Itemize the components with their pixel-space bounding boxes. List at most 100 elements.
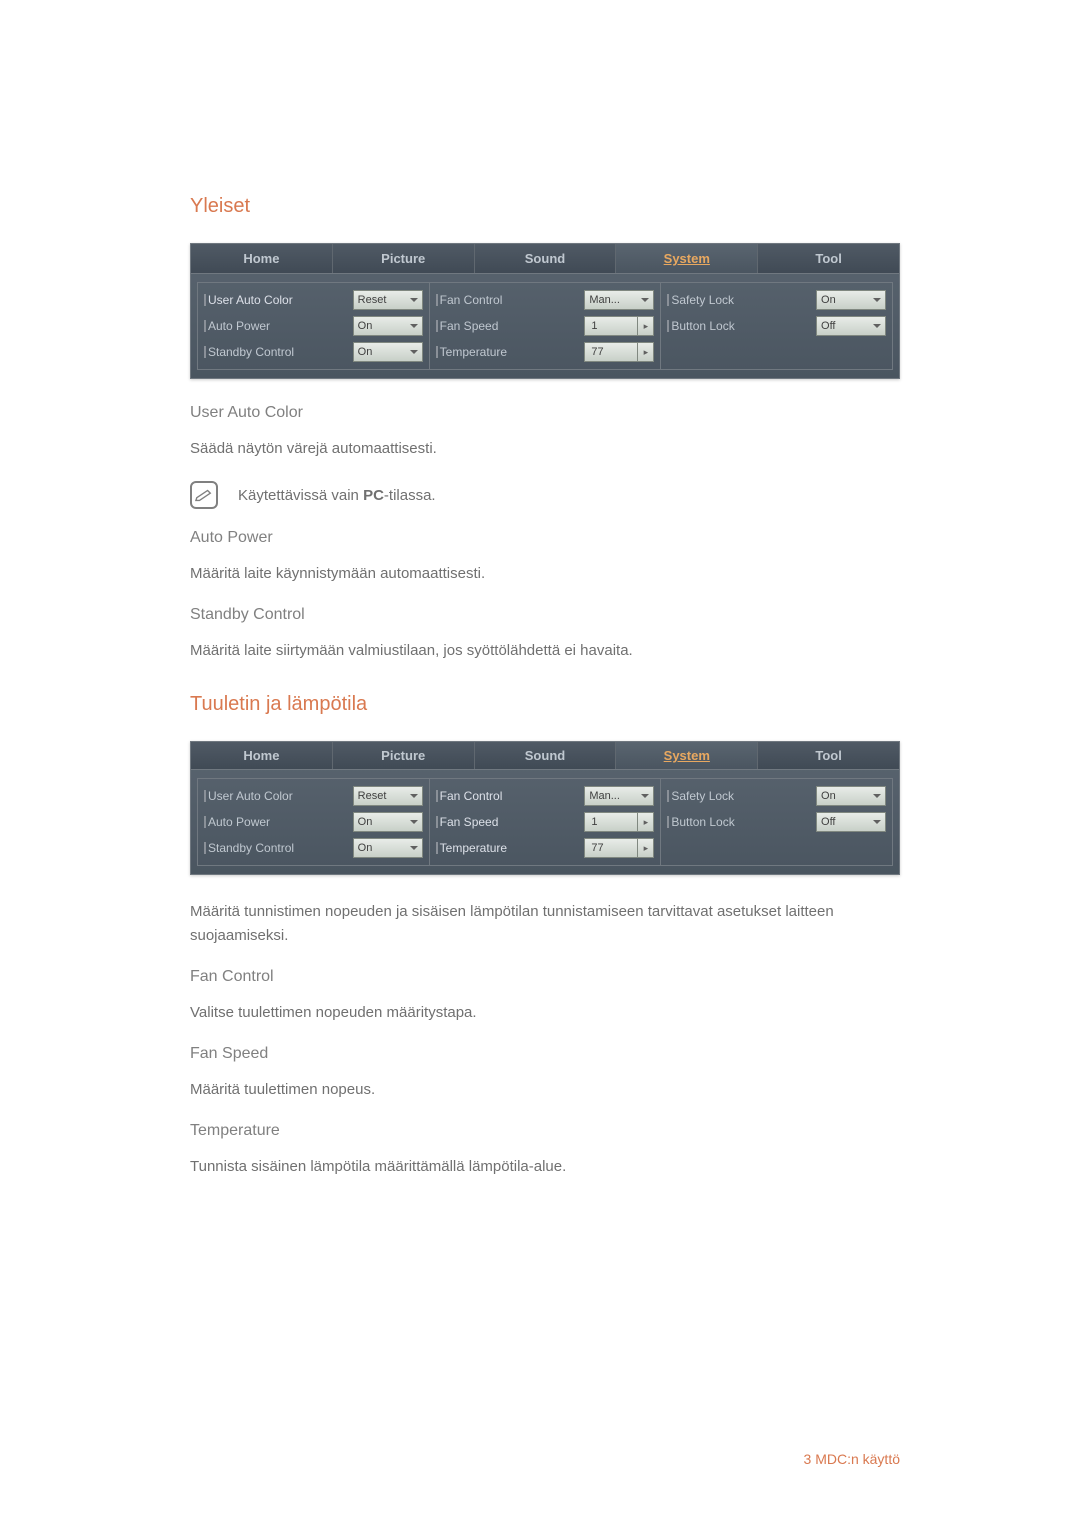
desc-auto-power: Määritä laite käynnistymään automaattise… bbox=[190, 562, 900, 586]
label-fan-speed: Fan Speed bbox=[436, 815, 499, 829]
panel-col-1: User Auto Color Reset Auto Power On Stan… bbox=[197, 778, 430, 866]
pencil-icon bbox=[195, 488, 213, 502]
note-text: Käytettävissä vain PC-tilassa. bbox=[238, 487, 436, 504]
tab-system[interactable]: System bbox=[616, 244, 758, 273]
label-fan-speed: Fan Speed bbox=[436, 319, 499, 333]
label-safety-lock: Safety Lock bbox=[667, 789, 734, 803]
chevron-down-icon bbox=[873, 324, 881, 328]
label-user-auto-color: User Auto Color bbox=[204, 789, 293, 803]
row-fan-control: Fan Control Man... bbox=[436, 783, 655, 809]
tab-sound[interactable]: Sound bbox=[475, 244, 617, 273]
bar-icon bbox=[204, 816, 206, 828]
sub-heading-standby-control: Standby Control bbox=[190, 606, 900, 624]
bar-icon bbox=[204, 842, 206, 854]
dropdown-user-auto-color[interactable]: Reset bbox=[353, 290, 423, 310]
row-auto-power: Auto Power On bbox=[204, 809, 423, 835]
dropdown-button-lock[interactable]: Off bbox=[816, 316, 886, 336]
panel-body: User Auto Color Reset Auto Power On Stan… bbox=[191, 274, 899, 378]
system-panel-2: Home Picture Sound System Tool User Auto… bbox=[190, 741, 900, 875]
label-button-lock: Button Lock bbox=[667, 319, 734, 333]
spinner-temperature[interactable]: 77▸ bbox=[584, 838, 654, 858]
tab-tool[interactable]: Tool bbox=[758, 742, 899, 769]
bar-icon bbox=[436, 346, 438, 358]
dropdown-safety-lock[interactable]: On bbox=[816, 290, 886, 310]
tab-sound[interactable]: Sound bbox=[475, 742, 617, 769]
panel-col-3: Safety Lock On Button Lock Off bbox=[661, 778, 893, 866]
row-temperature: Temperature 77▸ bbox=[436, 339, 655, 365]
desc-fan-control: Valitse tuulettimen nopeuden määritystap… bbox=[190, 1001, 900, 1025]
spinner-temperature[interactable]: 77▸ bbox=[584, 342, 654, 362]
dropdown-safety-lock[interactable]: On bbox=[816, 786, 886, 806]
bar-icon bbox=[436, 842, 438, 854]
bar-icon bbox=[667, 320, 669, 332]
chevron-down-icon bbox=[641, 794, 649, 798]
row-safety-lock: Safety Lock On bbox=[667, 783, 886, 809]
desc-standby-control: Määritä laite siirtymään valmiustilaan, … bbox=[190, 639, 900, 663]
panel-col-3: Safety Lock On Button Lock Off bbox=[661, 282, 893, 370]
panel-body: User Auto Color Reset Auto Power On Stan… bbox=[191, 770, 899, 874]
sub-heading-fan-control: Fan Control bbox=[190, 968, 900, 986]
dropdown-button-lock[interactable]: Off bbox=[816, 812, 886, 832]
dropdown-fan-control[interactable]: Man... bbox=[584, 786, 654, 806]
panel-col-1: User Auto Color Reset Auto Power On Stan… bbox=[197, 282, 430, 370]
label-user-auto-color: User Auto Color bbox=[204, 293, 293, 307]
row-temperature: Temperature 77▸ bbox=[436, 835, 655, 861]
label-temperature: Temperature bbox=[436, 841, 507, 855]
tab-home[interactable]: Home bbox=[191, 742, 333, 769]
sub-heading-user-auto-color: User Auto Color bbox=[190, 404, 900, 422]
label-auto-power: Auto Power bbox=[204, 815, 270, 829]
row-standby-control: Standby Control On bbox=[204, 339, 423, 365]
arrow-right-icon: ▸ bbox=[637, 839, 653, 857]
tab-system[interactable]: System bbox=[616, 742, 758, 769]
tab-strip: Home Picture Sound System Tool bbox=[191, 244, 899, 274]
row-standby-control: Standby Control On bbox=[204, 835, 423, 861]
dropdown-fan-control[interactable]: Man... bbox=[584, 290, 654, 310]
bar-icon bbox=[204, 320, 206, 332]
bar-icon bbox=[667, 816, 669, 828]
note-row: Käytettävissä vain PC-tilassa. bbox=[190, 481, 900, 509]
bar-icon bbox=[204, 294, 206, 306]
label-fan-control: Fan Control bbox=[436, 789, 503, 803]
dropdown-standby-control[interactable]: On bbox=[353, 342, 423, 362]
section-heading-general: Yleiset bbox=[190, 195, 900, 218]
tab-picture[interactable]: Picture bbox=[333, 244, 475, 273]
label-standby-control: Standby Control bbox=[204, 345, 294, 359]
sub-heading-temperature: Temperature bbox=[190, 1122, 900, 1140]
bar-icon bbox=[204, 790, 206, 802]
row-fan-speed: Fan Speed 1▸ bbox=[436, 809, 655, 835]
tab-tool[interactable]: Tool bbox=[758, 244, 899, 273]
chevron-down-icon bbox=[873, 794, 881, 798]
desc-fan-temp-intro: Määritä tunnistimen nopeuden ja sisäisen… bbox=[190, 900, 900, 948]
bar-icon bbox=[204, 346, 206, 358]
spinner-fan-speed[interactable]: 1▸ bbox=[584, 316, 654, 336]
dropdown-user-auto-color[interactable]: Reset bbox=[353, 786, 423, 806]
tab-picture[interactable]: Picture bbox=[333, 742, 475, 769]
chevron-down-icon bbox=[410, 846, 418, 850]
system-panel-1: Home Picture Sound System Tool User Auto… bbox=[190, 243, 900, 379]
chevron-down-icon bbox=[410, 298, 418, 302]
dropdown-auto-power[interactable]: On bbox=[353, 316, 423, 336]
arrow-right-icon: ▸ bbox=[637, 317, 653, 335]
section-heading-fan-temp: Tuuletin ja lämpötila bbox=[190, 693, 900, 716]
bar-icon bbox=[667, 294, 669, 306]
tab-home[interactable]: Home bbox=[191, 244, 333, 273]
dropdown-standby-control[interactable]: On bbox=[353, 838, 423, 858]
arrow-right-icon: ▸ bbox=[637, 813, 653, 831]
chevron-down-icon bbox=[410, 350, 418, 354]
panel-col-2: Fan Control Man... Fan Speed 1▸ Temperat… bbox=[430, 778, 662, 866]
spinner-fan-speed[interactable]: 1▸ bbox=[584, 812, 654, 832]
chevron-down-icon bbox=[410, 794, 418, 798]
row-button-lock: Button Lock Off bbox=[667, 313, 886, 339]
bar-icon bbox=[436, 790, 438, 802]
dropdown-auto-power[interactable]: On bbox=[353, 812, 423, 832]
label-button-lock: Button Lock bbox=[667, 815, 734, 829]
desc-fan-speed: Määritä tuulettimen nopeus. bbox=[190, 1078, 900, 1102]
panel-col-2: Fan Control Man... Fan Speed 1▸ Temperat… bbox=[430, 282, 662, 370]
chevron-down-icon bbox=[641, 298, 649, 302]
sub-heading-fan-speed: Fan Speed bbox=[190, 1045, 900, 1063]
row-fan-speed: Fan Speed 1▸ bbox=[436, 313, 655, 339]
desc-temperature: Tunnista sisäinen lämpötila määrittämäll… bbox=[190, 1155, 900, 1179]
bar-icon bbox=[667, 790, 669, 802]
chevron-down-icon bbox=[410, 324, 418, 328]
row-user-auto-color: User Auto Color Reset bbox=[204, 287, 423, 313]
